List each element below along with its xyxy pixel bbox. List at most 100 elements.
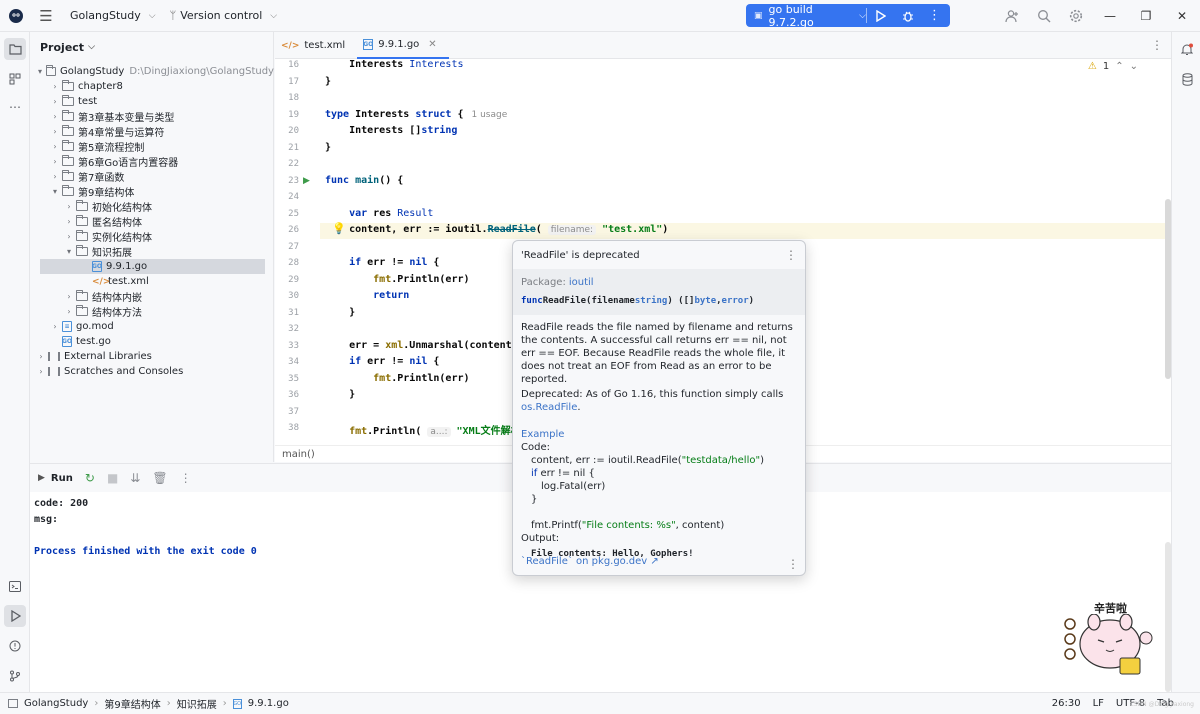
notifications-icon[interactable]	[1178, 40, 1196, 58]
tree-item-ch9[interactable]: ▾ 第9章结构体	[30, 184, 274, 199]
usage-hint[interactable]: 1 usage	[472, 110, 508, 120]
line-number: 19	[288, 110, 299, 120]
tree-item-go-mod[interactable]: › ≡ go.mod	[30, 319, 274, 334]
chevron-right-icon: ›	[53, 157, 57, 166]
more-actions-button[interactable]: ⋮	[921, 4, 948, 27]
os-readfile-link[interactable]: os.ReadFile	[521, 402, 577, 413]
run-tool-icon[interactable]	[4, 605, 26, 627]
tree-item-chapter8[interactable]: › chapter8	[30, 79, 274, 94]
more-options-icon[interactable]: ⋮	[787, 557, 799, 571]
close-icon[interactable]: ✕	[1164, 0, 1200, 32]
run-configuration-selector[interactable]: ▣ go build 9.7.2.go ⌵	[746, 3, 866, 29]
popup-description: ReadFile reads the file named by filenam…	[521, 322, 793, 385]
tree-item-test[interactable]: › test	[30, 94, 274, 109]
close-icon[interactable]: ✕	[428, 39, 436, 50]
line-number: 27	[288, 242, 299, 252]
more-actions-icon[interactable]: ⋮	[180, 471, 192, 485]
structure-tool-icon[interactable]	[4, 68, 26, 90]
documentation-popup[interactable]: 'ReadFile' is deprecated ⋮ Package: iout…	[512, 240, 806, 576]
project-selector[interactable]: GolangStudy ⌵	[70, 9, 156, 22]
sig-token[interactable]: string	[635, 296, 668, 306]
tree-item-root[interactable]: ▾ GolangStudy D:\DingJiaxiong\GolangStud…	[30, 64, 274, 79]
line-number: 33	[288, 341, 299, 351]
inspection-widget[interactable]: ⚠ 1 ⌃ ⌄	[1088, 61, 1138, 72]
terminal-tool-icon[interactable]	[4, 575, 26, 597]
user-add-icon[interactable]	[996, 0, 1028, 32]
sig-token[interactable]: byte	[694, 296, 716, 306]
tree-item-anon-struct[interactable]: › 匿名结构体	[30, 214, 274, 229]
trash-icon[interactable]: 🗑	[152, 471, 167, 485]
gear-icon[interactable]	[1060, 0, 1092, 32]
chevron-up-icon[interactable]: ⌃	[1115, 61, 1123, 72]
main-menu-icon[interactable]: ☰	[32, 2, 60, 30]
xml-file-icon: </>	[281, 40, 300, 51]
tree-item-ch5[interactable]: › 第5章流程控制	[30, 139, 274, 154]
debug-button[interactable]	[894, 4, 921, 27]
rerun-icon[interactable]: ↻	[85, 471, 95, 485]
tab-9-9-1-go[interactable]: GO 9.9.1.go ✕	[357, 32, 449, 59]
status-crumb[interactable]: 知识拓展	[177, 696, 217, 711]
project-tool-icon[interactable]	[4, 38, 26, 60]
search-icon[interactable]	[1028, 0, 1060, 32]
popup-signature: func ReadFile (filename string) ([] byte, …	[521, 291, 797, 311]
tree-item-label: 匿名结构体	[92, 218, 142, 229]
editor-tabs: </> test.xml GO 9.9.1.go ✕ ⋮	[275, 32, 1171, 59]
chevron-down-icon[interactable]: ⌄	[1130, 61, 1138, 72]
tree-item-test-xml[interactable]: </> test.xml	[30, 274, 274, 289]
line-number: 26	[288, 225, 299, 235]
more-tools-icon[interactable]: ⋯	[4, 96, 26, 118]
status-crumb[interactable]: 9.9.1.go	[248, 698, 289, 709]
tree-item-ch6[interactable]: › 第6章Go语言内置容器	[30, 154, 274, 169]
database-icon[interactable]	[1178, 70, 1196, 88]
package-link[interactable]: ioutil	[569, 277, 594, 288]
status-crumb[interactable]: GolangStudy	[24, 698, 88, 709]
folder-icon	[62, 185, 74, 196]
run-tab[interactable]: ▶ Run	[38, 473, 73, 484]
sig-token[interactable]: error	[722, 296, 749, 306]
tree-item-instantiate-struct[interactable]: › 实例化结构体	[30, 229, 274, 244]
tree-item-9-9-1-go[interactable]: GO 9.9.1.go	[40, 259, 265, 274]
tree-item-test-go[interactable]: GO test.go	[30, 334, 274, 349]
parameter-hint: filename:	[547, 225, 597, 235]
tree-item-ch7[interactable]: › 第7章函数	[30, 169, 274, 184]
project-selector-label: GolangStudy	[70, 9, 141, 22]
minimize-icon[interactable]: —	[1092, 0, 1128, 32]
restore-icon[interactable]: ❐	[1128, 0, 1164, 32]
tree-item-label: 初始化结构体	[92, 203, 152, 214]
pkg-go-dev-link[interactable]: `ReadFile` on pkg.go.dev ↗	[521, 556, 659, 567]
caret-position[interactable]: 26:30	[1052, 698, 1081, 709]
ex-token: "testdata/hello"	[681, 455, 761, 466]
breadcrumb-item[interactable]: main()	[282, 449, 315, 460]
line-ending[interactable]: LF	[1093, 698, 1104, 709]
tree-item-external-libraries[interactable]: › External Libraries	[30, 349, 274, 364]
tree-item-knowledge-ext[interactable]: ▾ 知识拓展	[30, 244, 274, 259]
run-gutter-icon[interactable]: ▶	[303, 176, 310, 186]
project-panel-header[interactable]: Project ⌵	[30, 32, 273, 62]
tree-item-ch4[interactable]: › 第4章常量与运算符	[30, 124, 274, 139]
tree-item-ch3[interactable]: › 第3章基本变量与类型	[30, 109, 274, 124]
chevron-down-icon: ⌵	[88, 42, 95, 52]
titlebar-right-actions: — ❐ ✕	[996, 0, 1200, 32]
tree-item-struct-methods[interactable]: › 结构体方法	[30, 304, 274, 319]
more-options-icon[interactable]: ⋮	[785, 248, 797, 262]
project-panel: Project ⌵ ▾ GolangStudy D:\DingJiaxiong\…	[30, 32, 274, 462]
more-tabs-icon[interactable]: ⋮	[1151, 38, 1163, 52]
stop-icon[interactable]: ■	[107, 471, 118, 485]
example-link[interactable]: Example	[521, 428, 797, 441]
scroll-to-end-icon[interactable]: ⇊	[130, 471, 140, 485]
tab-test-xml[interactable]: </> test.xml	[275, 32, 357, 59]
tree-item-scratches[interactable]: › Scratches and Consoles	[30, 364, 274, 379]
console-scrollbar[interactable]	[1165, 542, 1171, 692]
run-button[interactable]	[867, 4, 894, 27]
code-line-17: }	[325, 76, 331, 92]
folder-icon	[76, 200, 88, 211]
vcs-selector[interactable]: ᛘ Version control ⌵	[170, 9, 278, 22]
problems-tool-icon[interactable]	[4, 635, 26, 657]
tree-item-embedded-struct[interactable]: › 结构体内嵌	[30, 289, 274, 304]
git-tool-icon[interactable]	[4, 665, 26, 687]
goland-logo-icon[interactable]	[0, 0, 32, 32]
tree-item-label: go.mod	[76, 321, 114, 332]
folder-icon	[76, 215, 88, 226]
status-crumb[interactable]: 第9章结构体	[104, 696, 160, 711]
tree-item-init-struct[interactable]: › 初始化结构体	[30, 199, 274, 214]
